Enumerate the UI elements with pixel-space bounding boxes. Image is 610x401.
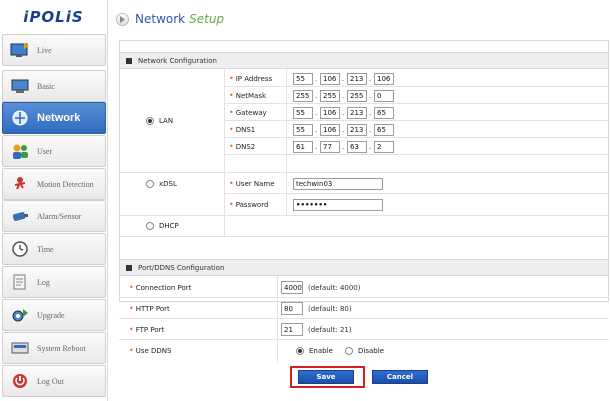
section-square-icon [126,57,132,64]
username-label: • User Name [229,179,275,188]
page-title-sub: Setup [189,12,225,26]
dns1-octet-3[interactable]: 213 [347,124,367,136]
radio-unselected-icon [146,222,154,230]
sidebar-item-log[interactable]: Log [2,266,106,298]
dns1-octet-1[interactable]: 55 [293,124,313,136]
save-button[interactable]: Save [298,370,354,384]
password-label: • Password [229,200,269,209]
ftp-port-hint: (default: 21) [308,326,352,334]
logo: iPOLiS [23,8,84,26]
sidebar-item-label: Log Out [37,376,64,386]
dns2-octet-1[interactable]: 61 [293,141,313,153]
sidebar-item-time[interactable]: Time [2,233,106,265]
gear-upgrade-icon [9,304,31,326]
password-input[interactable]: ••••••• [293,199,383,211]
connection-port-label: • Connection Port [129,283,192,292]
sidebar-item-alarm-sensor[interactable]: Alarm/Sensor [2,200,106,232]
dns1-octet-4[interactable]: 65 [374,124,394,136]
alarm-camera-icon [9,205,31,227]
netmask-octet-1[interactable]: 255 [293,90,313,102]
sidebar-item-upgrade[interactable]: Upgrade [2,299,106,331]
sidebar-item-label: Upgrade [37,310,65,320]
sidebar-item-label: Time [37,244,54,254]
xdsl-radio[interactable]: xDSL [146,180,177,188]
section-port-ddns-configuration: Port/DDNS Configuration [119,259,609,276]
sidebar-item-label: Motion Detection [37,179,94,189]
sidebar-item-network[interactable]: Network [2,102,106,134]
http-port-hint: (default: 80) [308,305,352,313]
dns1-octet-2[interactable]: 106 [320,124,340,136]
dhcp-radio[interactable]: DHCP [146,222,179,230]
netmask-octet-2[interactable]: 255 [320,90,340,102]
radio-unselected-icon [146,180,154,188]
sidebar-item-live[interactable]: Live [2,34,106,66]
http-port-input[interactable]: 80 [281,302,303,315]
dns2-octet-3[interactable]: 63 [347,141,367,153]
radio-unselected-icon [345,347,353,355]
dns1-label: • DNS1 [229,125,256,134]
gateway-octet-4[interactable]: 65 [374,107,394,119]
section-network-configuration: Network Configuration [119,52,609,69]
use-ddns-label: • Use DDNS [129,346,172,355]
sidebar: iPOLiS Live Basic Network User Motion De… [0,0,108,401]
sidebar-item-user[interactable]: User [2,135,106,167]
play-bullet-icon [116,12,129,26]
sidebar-item-basic[interactable]: Basic [2,70,106,102]
netmask-label: • NetMask [229,91,267,100]
clock-icon [9,238,31,260]
radio-selected-icon [146,117,154,125]
monitor-icon [9,75,31,97]
gateway-octet-1[interactable]: 55 [293,107,313,119]
document-icon [9,271,31,293]
network-icon [9,107,31,129]
gateway-octet-3[interactable]: 213 [347,107,367,119]
ddns-disable-radio[interactable]: Disable [345,347,384,355]
dns2-octet-2[interactable]: 77 [320,141,340,153]
ip-address-label: • IP Address [229,74,273,83]
netmask-octet-4[interactable]: 0 [374,90,394,102]
connection-port-input[interactable]: 4000 [281,281,303,294]
http-port-label: • HTTP Port [129,304,170,313]
section-square-icon [126,264,132,271]
gateway-label: • Gateway [229,108,267,117]
sidebar-item-label: Log [37,277,50,287]
sidebar-item-label: Basic [37,81,55,91]
ip-octet-2[interactable]: 106 [320,73,340,85]
sidebar-item-label: Network [37,112,81,124]
sidebar-item-label: Live [37,45,52,55]
sidebar-item-motion-detection[interactable]: Motion Detection [2,168,106,200]
sidebar-item-system-reboot[interactable]: System Reboot [2,332,106,364]
sidebar-item-label: Alarm/Sensor [37,211,82,221]
connection-port-hint: (default: 4000) [308,284,361,292]
netmask-octet-3[interactable]: 255 [347,90,367,102]
users-icon [9,140,31,162]
lan-radio[interactable]: LAN [146,117,173,125]
app-window: iPOLiS Live Basic Network User Motion De… [0,0,610,401]
ip-octet-4[interactable]: 106 [374,73,394,85]
motion-detection-icon [9,173,31,195]
sidebar-item-label: System Reboot [37,343,86,353]
ip-octet-3[interactable]: 213 [347,73,367,85]
page-title: Network Setup [116,8,224,30]
dns2-octet-4[interactable]: 2 [374,141,394,153]
sidebar-item-log-out[interactable]: Log Out [2,365,106,397]
cancel-button[interactable]: Cancel [372,370,428,384]
page-title-main: Network [135,12,186,26]
gateway-octet-2[interactable]: 106 [320,107,340,119]
dns2-label: • DNS2 [229,142,256,151]
sidebar-item-label: User [37,146,53,156]
reboot-icon [9,337,31,359]
radio-selected-icon [296,347,304,355]
logout-icon [9,370,31,392]
ip-octet-1[interactable]: 55 [293,73,313,85]
username-input[interactable]: techwin03 [293,178,383,190]
ddns-enable-radio[interactable]: Enable [296,347,333,355]
monitor-play-icon [9,39,31,61]
ftp-port-label: • FTP Port [129,325,165,334]
ftp-port-input[interactable]: 21 [281,323,303,336]
